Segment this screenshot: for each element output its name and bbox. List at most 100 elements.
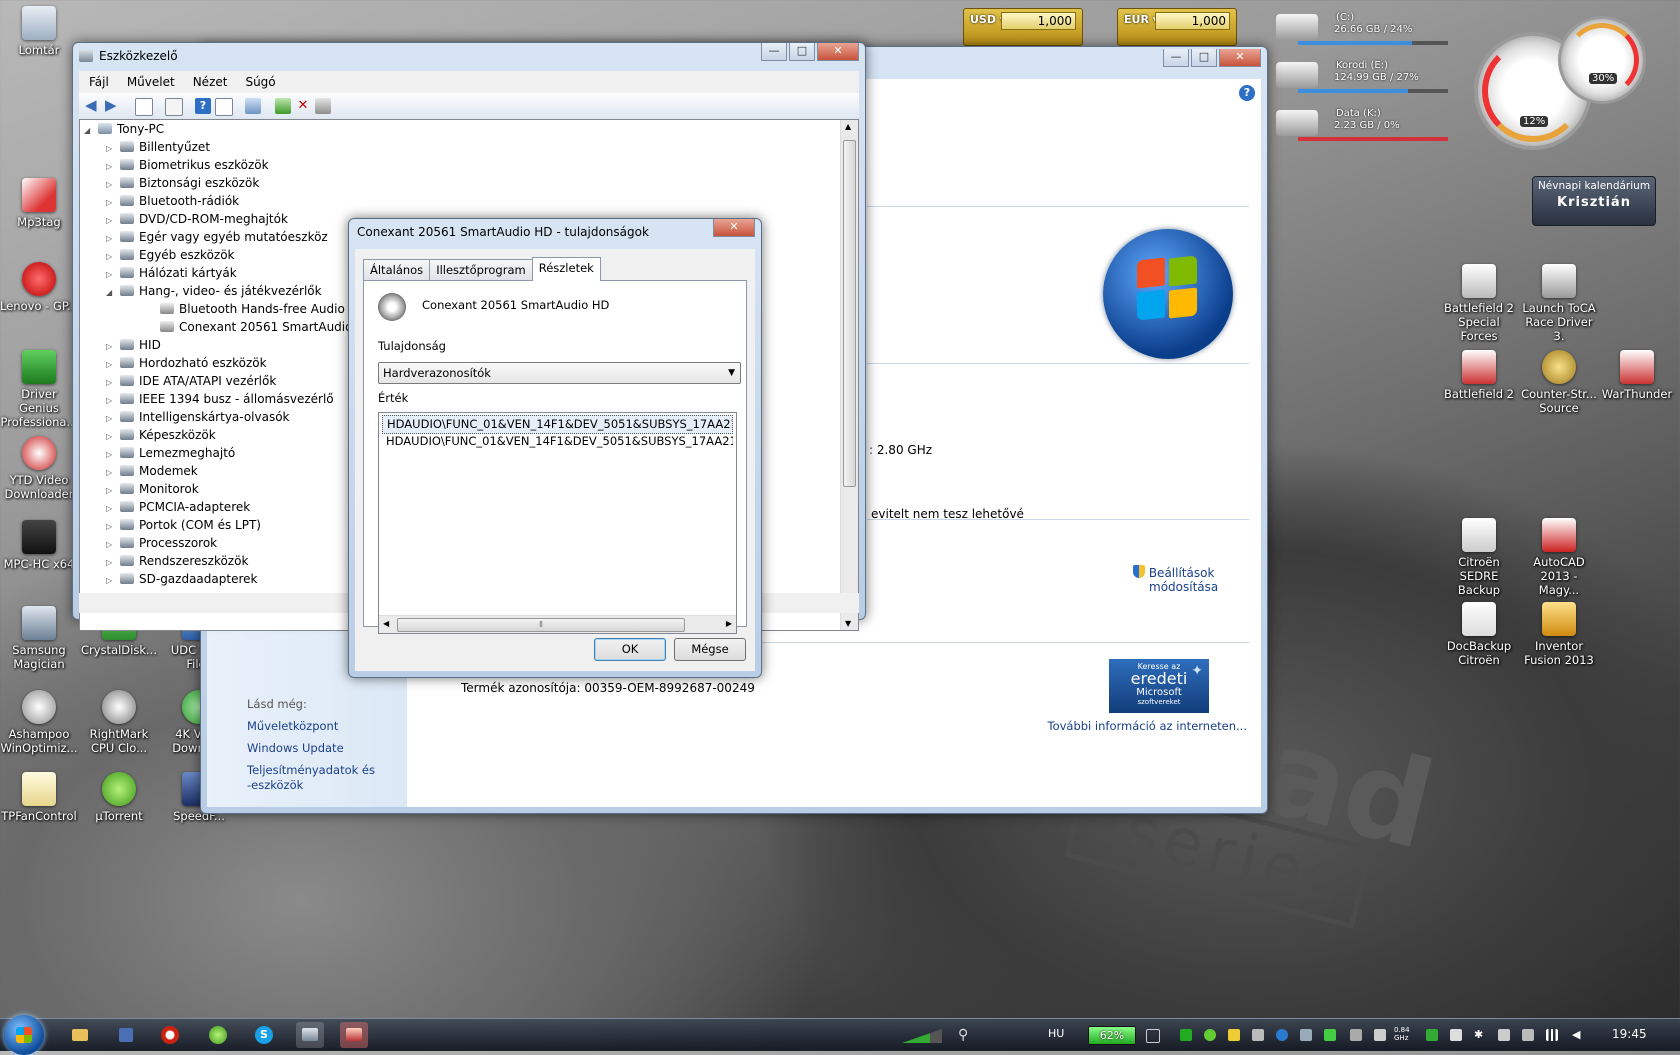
tree-category-item[interactable]: ▷ IDE ATA/ATAPI vezérlők (106, 372, 276, 390)
desktop-icon-mp3tag[interactable]: Mp3tag (0, 178, 78, 229)
help-icon[interactable]: ? (1239, 85, 1255, 101)
minimize-button[interactable]: — (1163, 49, 1189, 67)
forward-arrow-icon[interactable]: ▶ (105, 98, 121, 114)
bluetooth-icon[interactable]: ✱ (1474, 1029, 1486, 1041)
cpu-speed-indicator[interactable]: 0.84 GHz (1394, 1026, 1416, 1042)
genuine-microsoft-badge[interactable]: Keresse az eredeti Microsoft szoftvereke… (1109, 659, 1209, 713)
volume-icon[interactable]: ◀ (1572, 1029, 1584, 1041)
uninstall-icon[interactable]: ✕ (295, 98, 311, 114)
network-bars-icon[interactable] (1546, 1029, 1558, 1041)
taskbar-device-manager[interactable] (296, 1022, 324, 1048)
collapse-icon[interactable]: ◢ (106, 284, 116, 302)
tray-app-icon[interactable] (1522, 1029, 1534, 1041)
tab-details[interactable]: Részletek (531, 257, 601, 281)
scroll-left-icon[interactable]: ◀ (383, 619, 389, 628)
desktop-icon-utorrent[interactable]: µTorrent (80, 772, 158, 823)
tab-driver[interactable]: Illesztőprogram (429, 259, 533, 280)
scrollbar-thumb[interactable]: ⦀ (397, 618, 685, 632)
tray-app-icon[interactable] (1350, 1029, 1362, 1041)
tab-general[interactable]: Általános (363, 259, 431, 280)
wireless-icon[interactable]: ⚲ (958, 1027, 968, 1043)
power-icon[interactable] (1146, 1029, 1160, 1043)
tree-child-item[interactable]: Conexant 20561 SmartAudio HD (160, 318, 375, 336)
disable-icon[interactable] (315, 98, 331, 114)
list-item[interactable]: HDAUDIO\FUNC_01&VEN_14F1&DEV_5051&SUBSYS… (382, 415, 733, 434)
tray-app-icon[interactable] (1180, 1029, 1192, 1041)
taskbar-opera[interactable] (156, 1022, 184, 1048)
tree-category-item[interactable]: ▷ Képeszközök (106, 426, 216, 444)
tree-category-item[interactable]: ▷ IEEE 1394 busz - állomásvezérlő (106, 390, 334, 408)
back-arrow-icon[interactable]: ◀ (85, 98, 101, 114)
update-driver-icon[interactable] (275, 98, 291, 114)
battery-indicator[interactable]: 62% (1088, 1026, 1136, 1045)
tray-app-icon[interactable] (1300, 1029, 1312, 1041)
tree-category-item[interactable]: ▷ Biztonsági eszközök (106, 174, 259, 192)
desktop-icon-counter-strike[interactable]: Counter-Str... Source (1520, 350, 1598, 415)
view-icon[interactable] (215, 98, 233, 116)
desktop-icon-recycle-bin[interactable]: Lomtár (0, 6, 78, 57)
nameday-gadget[interactable]: Névnapi kalendárium Krisztián (1532, 176, 1656, 226)
currency-gadget-usd[interactable]: USD ▾ 1,000 (963, 8, 1083, 46)
tree-category-item[interactable]: ▷ Egér vagy egyéb mutatóeszköz (106, 228, 328, 246)
tree-category-item[interactable]: ▷ DVD/CD-ROM-meghajtók (106, 210, 288, 228)
tree-category-item[interactable]: ▷ Lemezmeghajtó (106, 444, 235, 462)
tree-category-item[interactable]: ▷ Egyéb eszközök (106, 246, 235, 264)
expand-icon[interactable]: ▷ (106, 572, 116, 590)
scroll-down-icon[interactable]: ▼ (845, 619, 851, 628)
desktop-icon-toca[interactable]: Launch ToCA Race Driver 3. (1520, 264, 1598, 343)
menu-help[interactable]: Súgó (245, 71, 275, 93)
tree-category-item[interactable]: ▷ Billentyűzet (106, 138, 210, 156)
desktop-icon-ytd[interactable]: YTD Video Downloader (0, 436, 78, 501)
tree-category-item[interactable]: ▷ Hordozható eszközök (106, 354, 267, 372)
sidebar-link-performance-tools[interactable]: -eszközök (247, 778, 303, 792)
desktop-icon-warthunder[interactable]: WarThunder (1598, 350, 1676, 401)
tray-app-icon[interactable] (1324, 1029, 1336, 1041)
show-hide-console-tree-icon[interactable] (135, 98, 153, 116)
tree-category-item[interactable]: ▷ HID (106, 336, 161, 354)
cancel-button[interactable]: Mégse (674, 638, 746, 661)
close-button[interactable]: ✕ (1219, 49, 1261, 67)
tree-category-item[interactable]: ◢ Hang-, video- és játékvezérlők (106, 282, 322, 300)
help-icon[interactable]: ? (195, 98, 211, 114)
start-button[interactable] (4, 1015, 44, 1055)
tree-category-item[interactable]: ▷ Modemek (106, 462, 198, 480)
desktop-icon-rightmark[interactable]: RightMark CPU Clo... (80, 690, 158, 755)
signal-strength-icon[interactable] (902, 1029, 942, 1043)
taskbar-utorrent[interactable] (204, 1022, 232, 1048)
taskbar-explorer[interactable] (66, 1022, 94, 1048)
menu-file[interactable]: Fájl (89, 71, 109, 93)
language-indicator[interactable]: HU (1048, 1027, 1064, 1040)
desktop-icon-autocad[interactable]: AutoCAD 2013 - Magy... (1520, 518, 1598, 597)
tree-child-item[interactable]: Bluetooth Hands-free Audio (160, 300, 345, 318)
desktop-icon-mpc-hc[interactable]: MPC-HC x64 (0, 520, 78, 571)
collapse-icon[interactable]: ◢ (84, 122, 94, 140)
tray-app-icon[interactable] (1450, 1029, 1462, 1041)
desktop-icon-docbackup[interactable]: DocBackup Citroën (1440, 602, 1518, 667)
maximize-button[interactable]: □ (789, 43, 815, 61)
desktop-icon-lenovo-gps[interactable]: Lenovo - GP... (0, 262, 78, 313)
more-info-online-link[interactable]: További információ az interneten... (1048, 719, 1248, 733)
tree-category-item[interactable]: ▷ Biometrikus eszközök (106, 156, 269, 174)
minimize-button[interactable]: — (761, 43, 787, 61)
sidebar-link-action-center[interactable]: Műveletközpont (247, 719, 338, 733)
tree-category-item[interactable]: ▷ Bluetooth-rádiók (106, 192, 239, 210)
desktop-icon-citroen-sedre[interactable]: Citroën SEDRE Backup (1440, 518, 1518, 597)
close-button[interactable]: ✕ (713, 219, 755, 237)
taskbar-control-panel[interactable] (340, 1022, 368, 1048)
desktop-icon-tpfancontrol[interactable]: TPFanControl (0, 772, 78, 823)
drive-gadget-c[interactable]: (C:) 26.66 GB / 24% (1276, 8, 1448, 48)
scrollbar-thumb[interactable] (843, 140, 856, 487)
tray-app-icon[interactable] (1276, 1029, 1288, 1041)
properties-icon[interactable] (165, 98, 183, 116)
ram-meter-gadget[interactable]: 30% (1558, 16, 1646, 104)
menu-view[interactable]: Nézet (193, 71, 228, 93)
change-settings-link[interactable]: Beállítások módosítása (1133, 565, 1218, 594)
close-button[interactable]: ✕ (817, 43, 859, 61)
drive-gadget-e[interactable]: Korodi (E:) 124.99 GB / 27% (1276, 56, 1448, 96)
desktop-icon-inventor-fusion[interactable]: Inventor Fusion 2013 (1520, 602, 1598, 667)
tray-app-icon[interactable] (1252, 1029, 1264, 1041)
scroll-right-icon[interactable]: ▶ (726, 619, 732, 628)
desktop-icon-driver-genius[interactable]: Driver Genius Professiona... (0, 350, 78, 429)
scan-hardware-icon[interactable] (245, 98, 261, 114)
desktop-icon-ashampoo[interactable]: Ashampoo WinOptimiz... (0, 690, 78, 755)
